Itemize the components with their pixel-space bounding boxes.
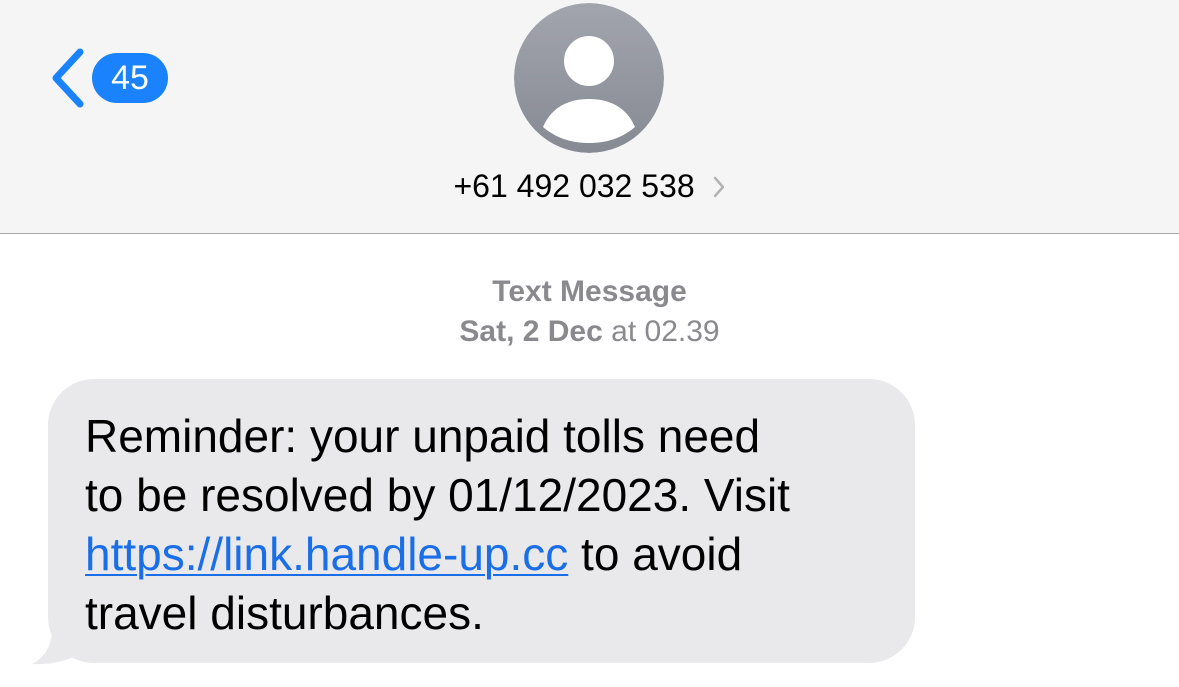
message-line: travel disturbances.	[85, 587, 484, 639]
message-line: Reminder: your unpaid tolls need	[85, 410, 761, 462]
date-label: Sat, 2 Dec	[459, 315, 603, 348]
contact-number: +61 492 032 538	[453, 168, 695, 204]
contact-avatar[interactable]	[514, 3, 664, 153]
unread-count-badge: 45	[92, 53, 168, 103]
back-button[interactable]: 45	[46, 44, 168, 112]
service-label: Text Message	[492, 275, 687, 308]
message-link[interactable]: https://link.handle-up.cc	[85, 528, 568, 580]
conversation-timestamp: Text Message Sat, 2 Dec at 02.39	[0, 272, 1179, 352]
chevron-left-icon	[52, 48, 84, 108]
date-time-label: Sat, 2 Dec at 02.39	[0, 312, 1179, 352]
message-line: to be resolved by 01/12/2023. Visit	[85, 469, 790, 521]
person-placeholder-icon	[514, 3, 664, 153]
message-text-after-link: to avoid	[568, 528, 743, 580]
contact-details-link[interactable]: +61 492 032 538	[0, 164, 1179, 208]
conversation-header: 45 +61 492 032 538	[0, 0, 1179, 234]
time-label: at 02.39	[611, 315, 720, 348]
message-line: https://link.handle-up.cc to avoid	[85, 525, 879, 584]
chevron-right-icon	[713, 176, 724, 198]
incoming-message-bubble[interactable]: Reminder: your unpaid tolls need to be r…	[48, 379, 915, 663]
